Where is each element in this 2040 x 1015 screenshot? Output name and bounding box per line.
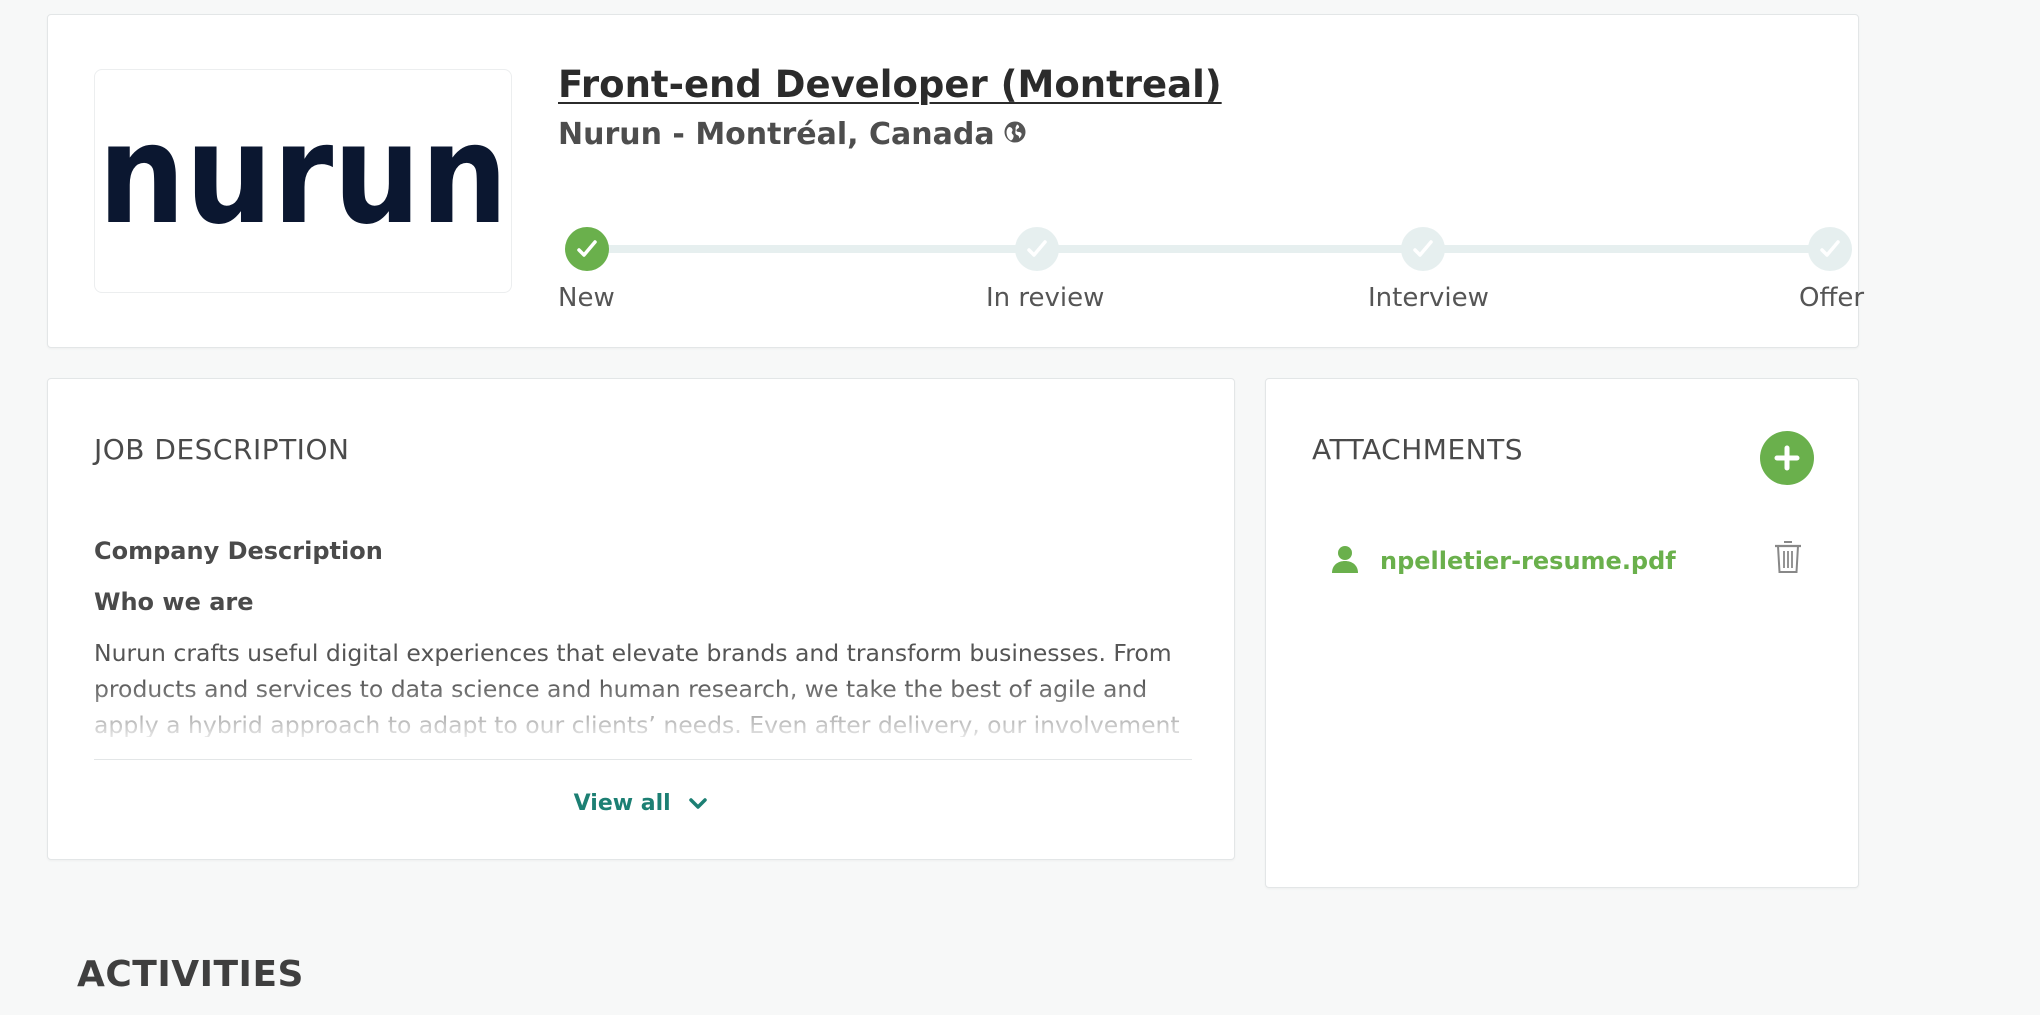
attachment-item: npelletier-resume.pdf	[1330, 539, 1808, 583]
check-icon	[1820, 240, 1840, 257]
company-description-subheading: Company Description	[94, 537, 383, 565]
step-new-indicator[interactable]	[565, 227, 609, 271]
company-logo: nurun	[94, 69, 512, 293]
description-excerpt: Nurun crafts useful digital experiences …	[94, 635, 1194, 737]
attachment-file-link[interactable]: npelletier-resume.pdf	[1380, 547, 1676, 575]
activities-heading: ACTIVITIES	[77, 954, 304, 995]
step-offer-label[interactable]: Offer	[1799, 283, 1864, 313]
application-status-stepper: New In review Interview Offer	[558, 209, 1864, 319]
nurun-logo-image: nurun	[98, 126, 508, 236]
check-icon	[577, 240, 597, 257]
check-icon	[1413, 240, 1433, 257]
user-icon	[1330, 544, 1360, 578]
job-description-card: JOB DESCRIPTION Company Description Who …	[47, 378, 1235, 860]
job-description-heading: JOB DESCRIPTION	[94, 433, 350, 466]
svg-text:nurun: nurun	[98, 126, 508, 236]
attachments-heading: ATTACHMENTS	[1312, 433, 1523, 466]
chevron-down-icon	[688, 792, 708, 817]
text-fade-overlay	[94, 681, 1194, 737]
step-offer-indicator[interactable]	[1808, 227, 1852, 271]
company-location-text: Nurun - Montréal, Canada	[558, 117, 995, 152]
company-location: Nurun - Montréal, Canada	[558, 117, 1027, 152]
view-all-button[interactable]: View all	[48, 791, 1234, 817]
globe-icon[interactable]	[1003, 117, 1027, 152]
step-interview-label[interactable]: Interview	[1368, 283, 1489, 313]
job-header-card: nurun Front-end Developer (Montreal) Nur…	[47, 14, 1864, 348]
attachments-card: ATTACHMENTS npelletier-resume.pdf	[1265, 378, 1859, 888]
stepper-track	[586, 245, 1835, 253]
job-title-link[interactable]: Front-end Developer (Montreal)	[558, 63, 1222, 106]
add-attachment-button[interactable]	[1760, 431, 1814, 485]
step-in-review-label[interactable]: In review	[986, 283, 1104, 313]
divider	[94, 759, 1192, 760]
plus-icon	[1774, 445, 1800, 471]
step-new-label[interactable]: New	[558, 283, 615, 313]
check-icon	[1027, 240, 1047, 257]
trash-icon[interactable]	[1772, 539, 1804, 579]
step-in-review-indicator[interactable]	[1015, 227, 1059, 271]
who-we-are-subheading: Who we are	[94, 588, 254, 616]
view-all-label: View all	[573, 791, 671, 816]
step-interview-indicator[interactable]	[1401, 227, 1445, 271]
